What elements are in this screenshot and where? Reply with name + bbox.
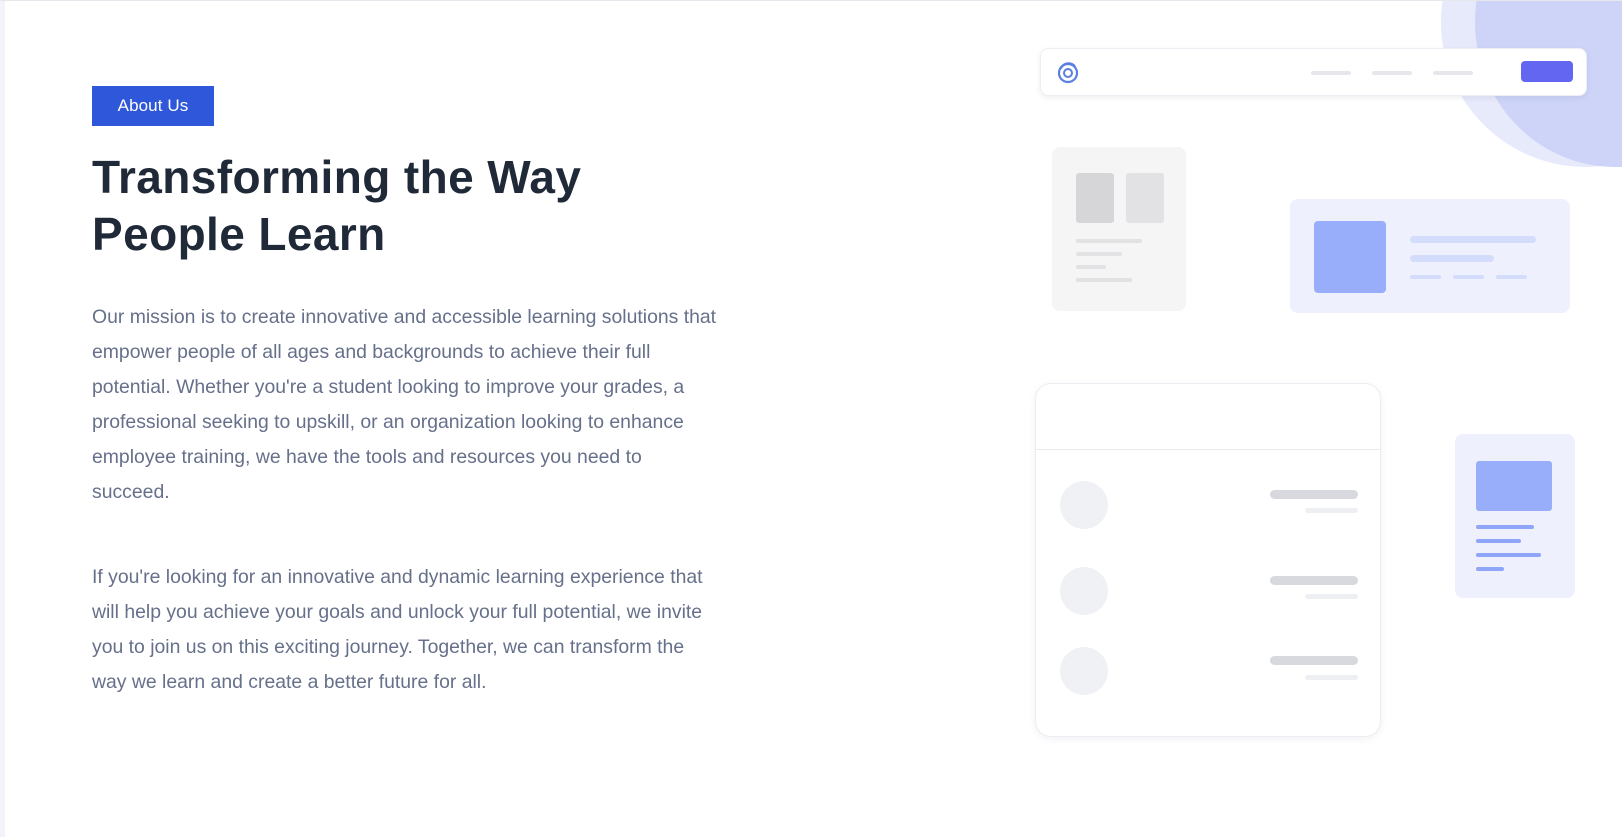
mock-row-title [1270,490,1358,499]
mock-avatar [1060,481,1108,529]
page-title-line-1: Transforming the Way [92,151,582,203]
mock-card-divider [1036,449,1380,450]
mock-text-line [1476,539,1521,543]
page-title-line-2: People Learn [92,208,386,260]
about-us-badge: About Us [92,86,214,126]
mock-image-block [1476,461,1552,511]
mock-row-title [1270,656,1358,665]
mock-row-title [1270,576,1358,585]
mock-text-line [1076,252,1122,256]
mock-text-line [1076,239,1142,243]
mock-text-line [1410,255,1494,262]
mock-text-line [1410,275,1441,279]
mission-paragraph: Our mission is to create innovative and … [92,306,717,503]
mock-avatar [1060,647,1108,695]
mock-text-line [1076,278,1132,282]
mock-avatar [1060,567,1108,615]
mock-grey-card [1052,147,1186,311]
mock-list-card [1035,383,1381,737]
hero-illustration [1020,1,1622,837]
swirl-logo-icon [1057,62,1079,84]
mock-small-card [1455,434,1575,598]
invitation-paragraph: If you're looking for an innovative and … [92,566,703,693]
mock-image-block [1314,221,1386,293]
about-page: About Us Transforming the Way People Lea… [0,0,1622,837]
mock-nav-link [1372,71,1412,75]
mock-row-subtitle [1305,594,1358,599]
mock-text-line [1476,567,1504,571]
mock-text-line [1453,275,1484,279]
mock-text-line [1496,275,1527,279]
left-edge-strip [0,1,5,837]
mock-text-line [1476,553,1541,557]
mock-text-line [1476,525,1534,529]
mock-navbar [1040,48,1587,96]
mock-thumbnail [1126,173,1164,223]
mock-row-subtitle [1305,675,1358,680]
mock-text-line [1076,265,1106,269]
mock-text-line [1410,236,1536,243]
mock-nav-button [1521,61,1573,82]
page-title: Transforming the Way People Learn [92,149,792,263]
mock-thumbnail [1076,173,1114,223]
mock-row-subtitle [1305,508,1358,513]
mock-nav-link [1433,71,1473,75]
mock-blue-card [1290,199,1570,313]
mock-nav-link [1311,71,1351,75]
